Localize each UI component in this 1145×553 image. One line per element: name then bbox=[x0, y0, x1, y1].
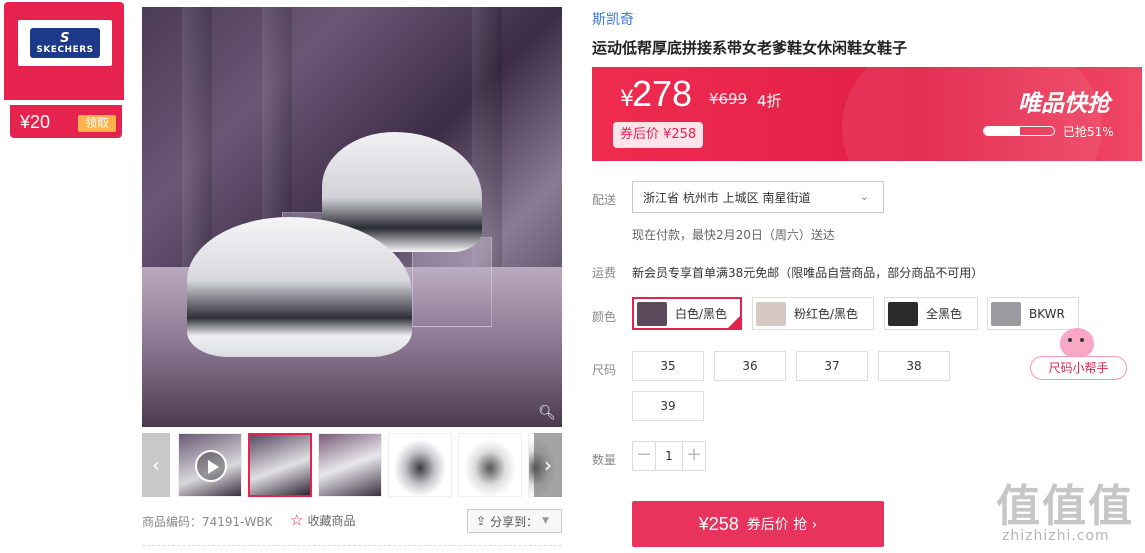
thumbnail-item[interactable] bbox=[248, 433, 312, 497]
thumbnail-prev-arrow[interactable]: ‹ bbox=[142, 433, 170, 497]
color-option-label: BKWR bbox=[1029, 306, 1065, 321]
flash-sale-logo: 唯品快抢 bbox=[1018, 91, 1110, 117]
delivery-note: 现在付款，最快2月20日（周六）送达 bbox=[632, 228, 835, 242]
color-swatch bbox=[888, 301, 918, 326]
size-helper-button[interactable]: 尺码小帮手 bbox=[1030, 356, 1127, 380]
quantity-plus-button[interactable]: + bbox=[683, 442, 705, 470]
favorite-label: 收藏商品 bbox=[307, 513, 356, 528]
product-code: 商品编码：74191-WBK bbox=[142, 515, 273, 529]
color-swatch bbox=[756, 301, 786, 326]
color-label: 颜色 bbox=[592, 310, 617, 324]
thumbnail-item[interactable] bbox=[388, 433, 452, 497]
size-option[interactable]: 37 bbox=[796, 351, 868, 381]
brand-logo-text: SKECHERS bbox=[36, 44, 94, 55]
coupon-claim-button[interactable]: 领取 bbox=[78, 115, 116, 132]
size-option[interactable]: 39 bbox=[632, 391, 704, 421]
price-banner: ¥ 278 ¥699 4折 券后价 ¥258 唯品快抢 已抢51% bbox=[592, 67, 1142, 161]
color-option-label: 粉红色/黑色 bbox=[794, 307, 859, 321]
main-product-image[interactable]: 🔍︎ bbox=[142, 7, 562, 427]
quantity-stepper: − 1 + bbox=[632, 441, 706, 471]
buy-button[interactable]: ¥258 券后价 抢 › bbox=[632, 501, 884, 547]
coupon-top: S SKECHERS bbox=[4, 2, 124, 100]
color-option[interactable]: 全黑色 bbox=[884, 297, 978, 330]
brand-logo: S SKECHERS bbox=[18, 20, 112, 66]
favorite-button[interactable]: ☆ 收藏商品 bbox=[290, 511, 355, 529]
sold-progress-bar bbox=[983, 126, 1055, 136]
color-swatch bbox=[991, 301, 1021, 326]
share-label: 分享到： bbox=[490, 514, 539, 529]
watermark: 值值值 zhizhizhi.com bbox=[996, 470, 1134, 544]
sold-progress-fill bbox=[984, 127, 1020, 135]
play-icon[interactable] bbox=[195, 450, 227, 482]
mascot-icon bbox=[1060, 328, 1094, 358]
address-value: 浙江省 杭州市 上城区 南星街道 bbox=[643, 190, 811, 205]
quantity-minus-button[interactable]: − bbox=[633, 442, 655, 470]
coupon-amount: ¥20 bbox=[20, 112, 51, 132]
discount-badge: 4折 bbox=[757, 92, 782, 110]
thumbnail-video[interactable] bbox=[178, 433, 242, 497]
selected-check-icon bbox=[727, 315, 741, 329]
coupon-card[interactable]: S SKECHERS ¥20 领取 bbox=[4, 2, 124, 138]
size-label: 尺码 bbox=[592, 363, 617, 377]
color-option-label: 白色/黑色 bbox=[675, 307, 728, 321]
thumbnail-item[interactable] bbox=[458, 433, 522, 497]
after-coupon-price: 券后价 ¥258 bbox=[613, 122, 704, 148]
buy-button-price: ¥258 bbox=[698, 513, 739, 534]
share-button[interactable]: ⇪ 分享到： ▼ bbox=[467, 509, 562, 533]
watermark-glyphs: 值值值 bbox=[996, 481, 1134, 532]
divider bbox=[142, 545, 562, 546]
brand-link[interactable]: 斯凯奇 bbox=[592, 9, 634, 29]
share-icon: ⇪ bbox=[476, 514, 487, 528]
chevron-down-icon: ⌄ bbox=[859, 190, 869, 203]
sold-progress-text: 已抢51% bbox=[1063, 125, 1114, 139]
size-helper[interactable]: 尺码小帮手 bbox=[1030, 328, 1128, 382]
shipping-text: 新会员专享首单满38元免邮（限唯品自营商品，部分商品不可用） bbox=[632, 266, 984, 280]
magnifier-icon[interactable]: 🔍︎ bbox=[538, 405, 556, 421]
thumbnail-next-arrow[interactable]: › bbox=[534, 433, 562, 497]
address-select[interactable]: 浙江省 杭州市 上城区 南星街道 ⌄ bbox=[632, 181, 884, 213]
color-option[interactable]: BKWR bbox=[987, 297, 1079, 330]
quantity-label: 数量 bbox=[592, 453, 617, 467]
delivery-label: 配送 bbox=[592, 193, 617, 207]
chevron-down-icon: ▼ bbox=[542, 516, 549, 526]
shipping-label: 运费 bbox=[592, 266, 617, 280]
color-option-label: 全黑色 bbox=[926, 307, 963, 321]
color-option[interactable]: 粉红色/黑色 bbox=[752, 297, 874, 330]
thumbnail-strip: ‹ › bbox=[142, 433, 562, 497]
watermark-text: zhizhizhi.com bbox=[1002, 528, 1110, 544]
quantity-input[interactable]: 1 bbox=[655, 442, 683, 470]
thumbnail-item[interactable] bbox=[318, 433, 382, 497]
buy-button-label: 券后价 抢 › bbox=[746, 517, 818, 533]
star-icon: ☆ bbox=[290, 511, 304, 529]
coupon-bottom: ¥20 领取 bbox=[10, 105, 122, 138]
size-option[interactable]: 38 bbox=[878, 351, 950, 381]
color-option[interactable]: 白色/黑色 bbox=[632, 297, 742, 330]
color-swatch bbox=[637, 301, 667, 326]
current-price: 278 bbox=[632, 73, 693, 114]
size-option[interactable]: 36 bbox=[714, 351, 786, 381]
original-price: ¥699 bbox=[709, 90, 748, 108]
product-title: 运动低帮厚底拼接系带女老爹鞋女休闲鞋女鞋子 bbox=[592, 39, 908, 57]
size-option[interactable]: 35 bbox=[632, 351, 704, 381]
